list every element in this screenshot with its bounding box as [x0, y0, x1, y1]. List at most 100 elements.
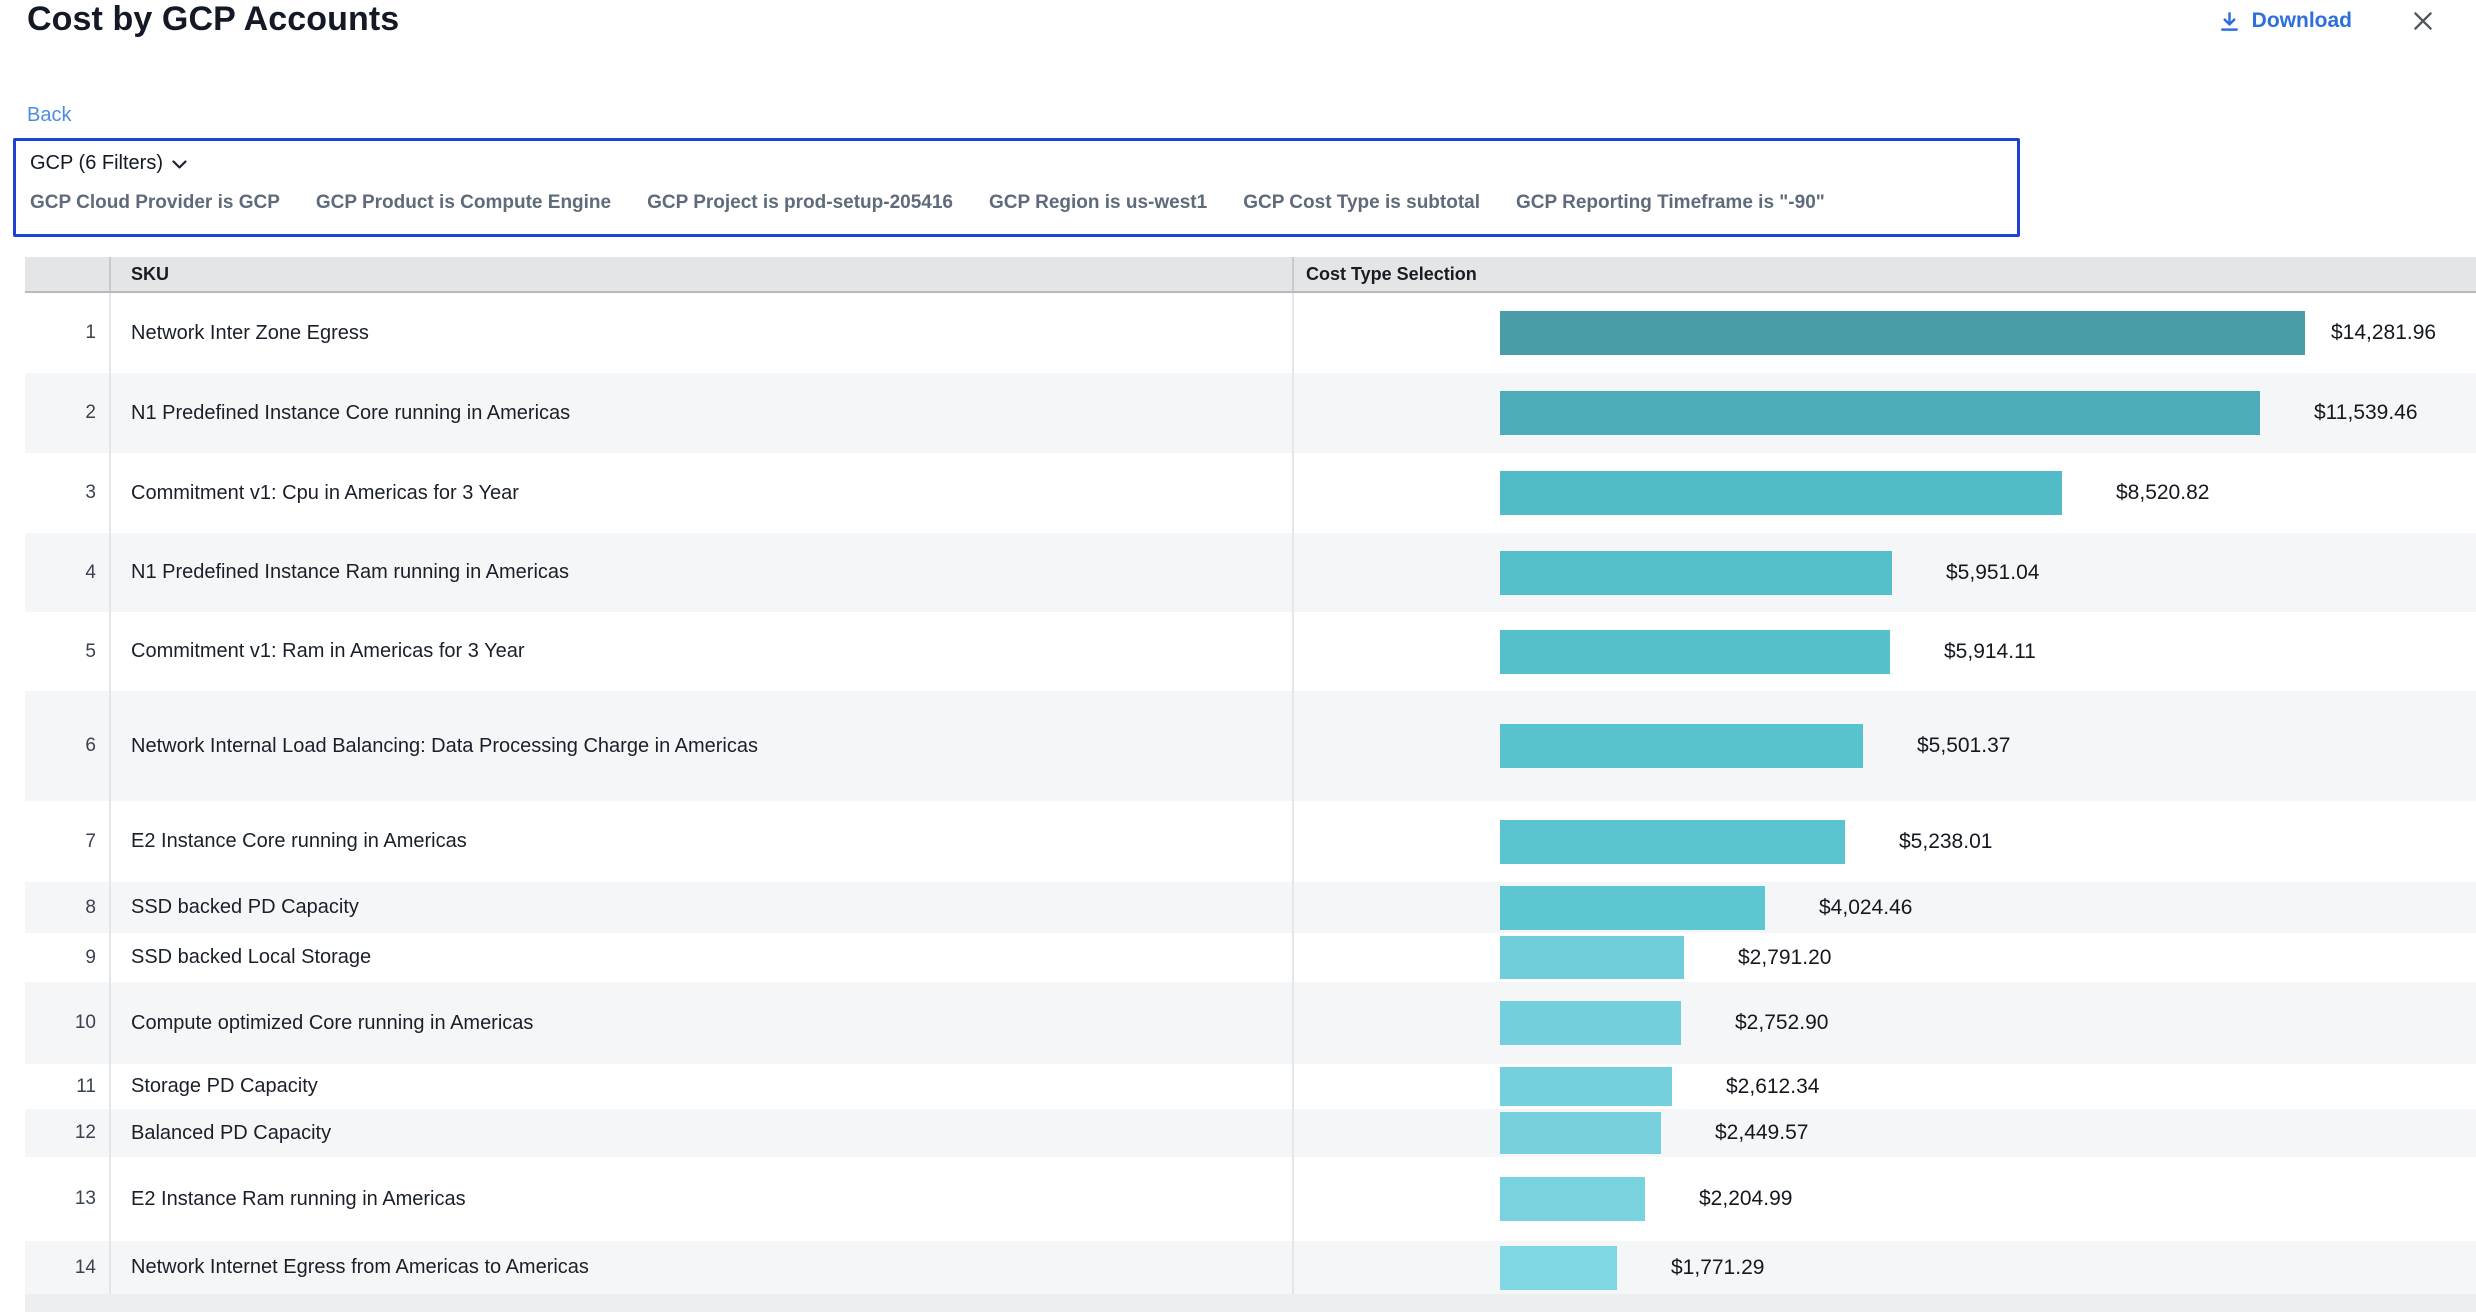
filter-group-dropdown[interactable]: GCP (6 Filters)	[30, 152, 187, 175]
row-number: 12	[25, 1109, 109, 1157]
row-number: 2	[25, 373, 109, 453]
table-row[interactable]: 14Network Internet Egress from Americas …	[25, 1241, 2476, 1294]
cost-bar	[1500, 724, 1863, 768]
cost-bar	[1500, 471, 2062, 515]
row-number: 6	[25, 691, 109, 801]
row-number: 3	[25, 453, 109, 533]
cost-cell: $2,204.99	[1294, 1157, 2476, 1241]
cost-cell: $5,914.11	[1294, 612, 2476, 691]
cost-cell: $5,951.04	[1294, 533, 2476, 612]
table-row[interactable]: 12Balanced PD Capacity $2,449.57	[25, 1109, 2476, 1157]
cost-bar	[1500, 936, 1684, 979]
sku-name: Commitment v1: Cpu in Americas for 3 Yea…	[109, 453, 1294, 533]
download-button[interactable]: Download	[2218, 9, 2352, 33]
row-number: 14	[25, 1241, 109, 1294]
cost-value: $8,520.82	[2116, 481, 2209, 505]
cost-cell: $4,024.46	[1294, 882, 2476, 933]
table-row[interactable]: 2N1 Predefined Instance Core running in …	[25, 373, 2476, 453]
row-number: 9	[25, 933, 109, 982]
row-number: 7	[25, 801, 109, 882]
table-header: SKU Cost Type Selection	[25, 257, 2476, 293]
filter-chip: GCP Reporting Timeframe is "-90"	[1516, 192, 1825, 214]
row-number: 11	[25, 1064, 109, 1109]
table-row[interactable]: 3Commitment v1: Cpu in Americas for 3 Ye…	[25, 453, 2476, 533]
chevron-down-icon	[172, 160, 187, 170]
cost-value: $5,501.37	[1917, 734, 2010, 758]
cost-cell: $11,539.46	[1294, 373, 2476, 453]
table-row[interactable]: 5Commitment v1: Ram in Americas for 3 Ye…	[25, 612, 2476, 691]
sku-name: SSD backed PD Capacity	[109, 882, 1294, 933]
sku-name: E2 Instance Core running in Americas	[109, 801, 1294, 882]
filter-chip: GCP Cloud Provider is GCP	[30, 192, 280, 214]
cost-table: SKU Cost Type Selection 1Network Inter Z…	[25, 257, 2476, 1312]
cost-value: $2,612.34	[1726, 1075, 1819, 1099]
cost-cell: $2,449.57	[1294, 1109, 2476, 1157]
close-icon[interactable]	[2410, 8, 2436, 34]
sku-name: SSD backed Local Storage	[109, 933, 1294, 982]
sku-column-header: SKU	[109, 257, 1294, 291]
table-row[interactable]: 4N1 Predefined Instance Ram running in A…	[25, 533, 2476, 612]
cost-bar	[1500, 311, 2305, 355]
cost-value: $4,024.46	[1819, 896, 1912, 920]
cost-cell: $1,771.29	[1294, 1241, 2476, 1294]
page-title: Cost by GCP Accounts	[27, 0, 399, 39]
sku-name: N1 Predefined Instance Ram running in Am…	[109, 533, 1294, 612]
table-row[interactable]: 7E2 Instance Core running in Americas $5,…	[25, 801, 2476, 882]
download-icon	[2218, 10, 2241, 33]
table-row[interactable]: 9SSD backed Local Storage $2,791.20	[25, 933, 2476, 982]
cost-by-gcp-accounts-panel: Cost by GCP Accounts Download Back GCP (…	[0, 0, 2476, 1314]
cost-type-selection-column-header: Cost Type Selection	[1294, 257, 2476, 291]
filter-chip: GCP Project is prod-setup-205416	[647, 192, 953, 214]
table-row[interactable]: 11Storage PD Capacity$2,612.34	[25, 1064, 2476, 1109]
row-number: 5	[25, 612, 109, 691]
table-row[interactable]: 6Network Internal Load Balancing: Data P…	[25, 691, 2476, 801]
sku-name: N1 Predefined Instance Core running in A…	[109, 373, 1294, 453]
table-footer-band	[25, 1294, 2476, 1312]
cost-cell: $14,281.96	[1294, 293, 2476, 373]
sku-name: Balanced PD Capacity	[109, 1109, 1294, 1157]
cost-value: $2,752.90	[1735, 1011, 1828, 1035]
sku-name: Network Internal Load Balancing: Data Pr…	[109, 691, 1294, 801]
cost-bar	[1500, 1067, 1672, 1106]
cost-value: $14,281.96	[2331, 321, 2436, 345]
cost-value: $2,791.20	[1738, 946, 1831, 970]
table-row[interactable]: 13E2 Instance Ram running in Americas$2,…	[25, 1157, 2476, 1241]
cost-bar	[1500, 1001, 1681, 1045]
table-row[interactable]: 10Compute optimized Core running in Amer…	[25, 982, 2476, 1064]
cost-bar	[1500, 1246, 1617, 1290]
row-number: 8	[25, 882, 109, 933]
filter-chip: GCP Region is us-west1	[989, 192, 1207, 214]
cost-value: $5,914.11	[1944, 640, 2036, 664]
row-number-column-header	[25, 257, 109, 291]
cost-cell: $2,791.20	[1294, 933, 2476, 982]
row-number: 1	[25, 293, 109, 373]
cost-value: $5,951.04	[1946, 561, 2039, 585]
table-row[interactable]: 8SSD backed PD Capacity $4,024.46	[25, 882, 2476, 933]
cost-bar	[1500, 1112, 1661, 1154]
cost-value: $5,238.01	[1899, 830, 1992, 854]
cost-value: $2,449.57	[1715, 1121, 1808, 1145]
cost-cell: $8,520.82	[1294, 453, 2476, 533]
sku-name: Network Internet Egress from Americas to…	[109, 1241, 1294, 1294]
cost-cell: $5,238.01	[1294, 801, 2476, 882]
row-number: 4	[25, 533, 109, 612]
cost-value: $11,539.46	[2314, 401, 2418, 425]
row-number: 13	[25, 1157, 109, 1241]
cost-bar	[1500, 886, 1765, 930]
cost-bar	[1500, 1177, 1645, 1221]
filter-chip: GCP Cost Type is subtotal	[1243, 192, 1480, 214]
row-number: 10	[25, 982, 109, 1064]
sku-name: Network Inter Zone Egress	[109, 293, 1294, 373]
sku-name: Compute optimized Core running in Americ…	[109, 982, 1294, 1064]
sku-name: E2 Instance Ram running in Americas	[109, 1157, 1294, 1241]
cost-value: $1,771.29	[1671, 1256, 1764, 1280]
table-row[interactable]: 1Network Inter Zone Egress $14,281.96	[25, 293, 2476, 373]
back-link[interactable]: Back	[27, 104, 71, 127]
cost-bar	[1500, 820, 1845, 864]
sku-name: Commitment v1: Ram in Americas for 3 Yea…	[109, 612, 1294, 691]
top-actions: Download	[2218, 8, 2436, 34]
download-label: Download	[2252, 9, 2352, 33]
table-body: 1Network Inter Zone Egress$14,281.962N1 …	[25, 293, 2476, 1294]
cost-cell: $5,501.37	[1294, 691, 2476, 801]
cost-bar	[1500, 630, 1890, 674]
